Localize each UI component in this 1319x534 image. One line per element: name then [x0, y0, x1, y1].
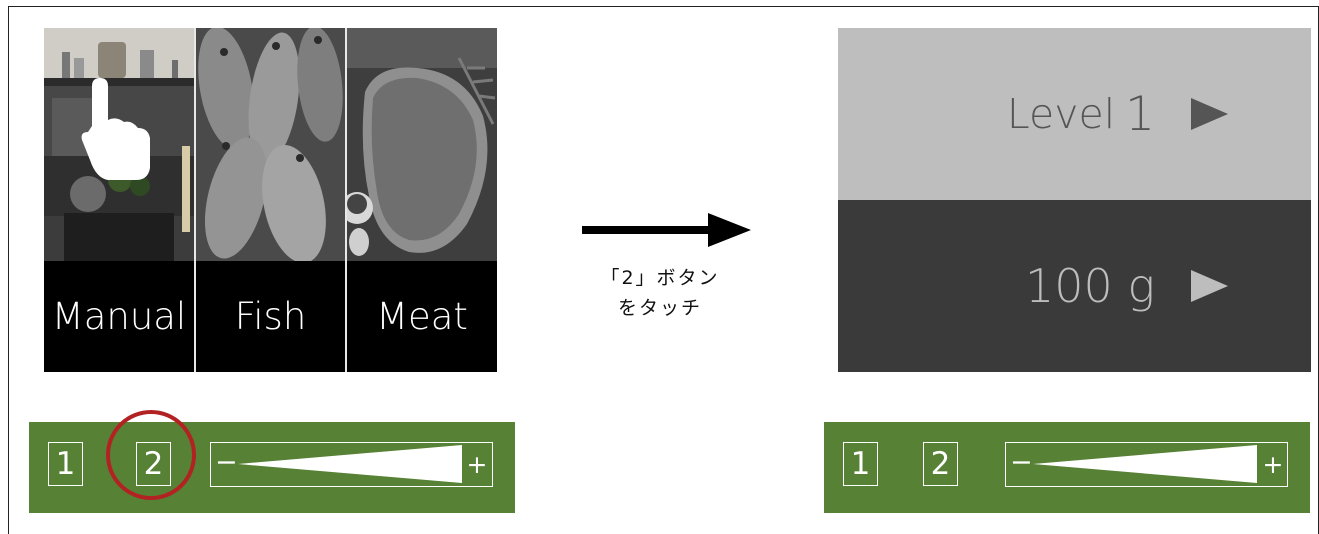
level-slider[interactable]: − + [210, 442, 493, 487]
category-tile-manual[interactable]: Manual [44, 28, 194, 372]
control-bar-after: 1 2 − + [824, 422, 1310, 513]
category-label: Meat [376, 295, 468, 338]
minus-button[interactable]: − [215, 449, 238, 476]
settings-screen: Level 1 100 g [838, 28, 1311, 372]
minus-button[interactable]: − [1010, 449, 1033, 476]
slider-wedge [238, 445, 462, 483]
right-arrow-icon [582, 226, 714, 234]
level-value: 1 [1125, 86, 1155, 142]
play-icon [1191, 270, 1228, 302]
weight-row[interactable]: 100 g [838, 200, 1311, 372]
instruction-line-2: をタッチ [617, 297, 702, 319]
plus-button[interactable]: + [462, 443, 492, 485]
instruction-line-1: 「2」ボタン [600, 267, 720, 289]
level-row[interactable]: Level 1 [838, 28, 1311, 200]
button-1[interactable]: 1 [843, 442, 878, 486]
category-screen: Manual Fish Meat [44, 28, 497, 372]
category-tile-fish[interactable]: Fish [196, 28, 345, 372]
level-label: Level [1006, 90, 1116, 138]
button-2[interactable]: 2 [923, 442, 958, 486]
play-icon [1191, 98, 1228, 130]
instruction-note: 「2」ボタン をタッチ [580, 263, 740, 323]
button-1[interactable]: 1 [48, 442, 83, 486]
control-bar-before: 1 2 − + [29, 422, 515, 513]
tap-highlight-circle [106, 410, 196, 500]
category-label: Manual [51, 295, 187, 338]
weight-value: 100 g [1024, 259, 1155, 313]
category-tile-meat[interactable]: Meat [347, 28, 497, 372]
plus-button[interactable]: + [1258, 443, 1288, 485]
steak-photo [347, 28, 497, 261]
slider-wedge [1033, 445, 1257, 483]
level-slider[interactable]: − + [1005, 442, 1288, 487]
kitchen-photo [44, 28, 194, 261]
category-label: Fish [234, 295, 307, 338]
fish-photo [196, 28, 345, 261]
arrow-head [708, 213, 751, 247]
